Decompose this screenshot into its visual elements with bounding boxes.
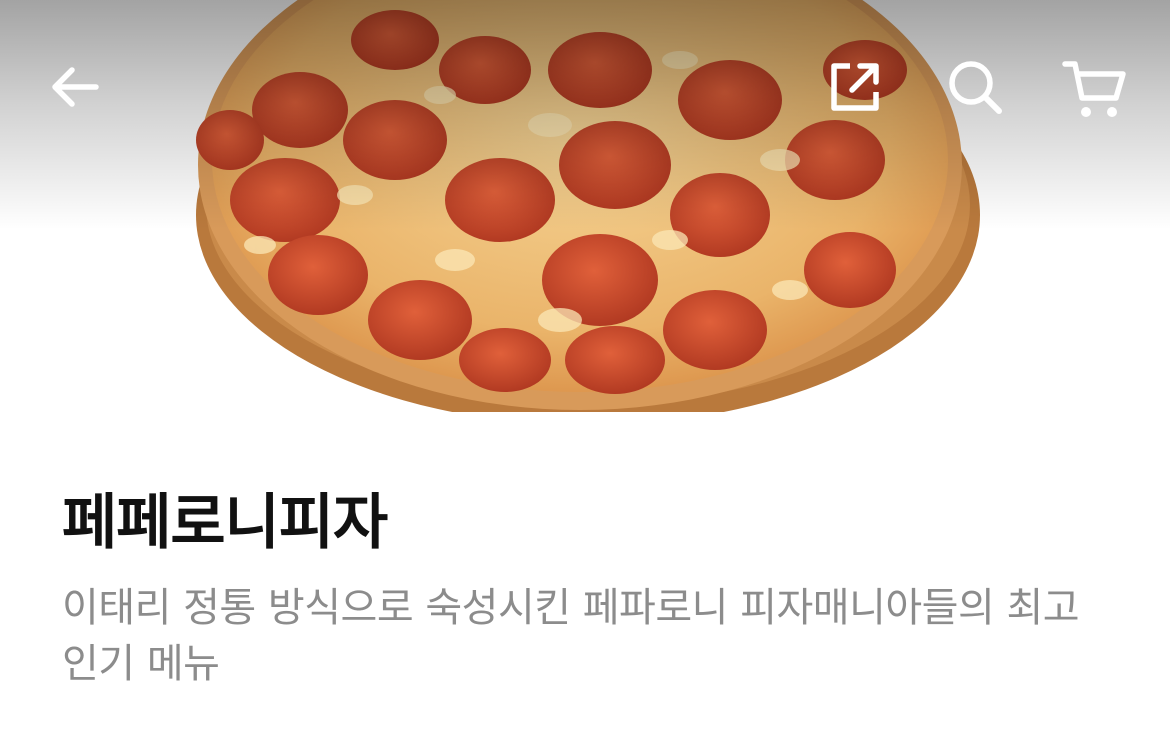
product-description: 이태리 정통 방식으로 숙성시킨 페파로니 피자매니아들의 최고 인기 메뉴	[62, 585, 1080, 687]
arrow-left-icon[interactable]	[44, 56, 106, 118]
cart-icon[interactable]	[1060, 56, 1130, 122]
search-icon[interactable]	[944, 56, 1006, 118]
product-title: 페페로니피자	[62, 488, 388, 558]
share-external-icon[interactable]	[824, 56, 886, 118]
